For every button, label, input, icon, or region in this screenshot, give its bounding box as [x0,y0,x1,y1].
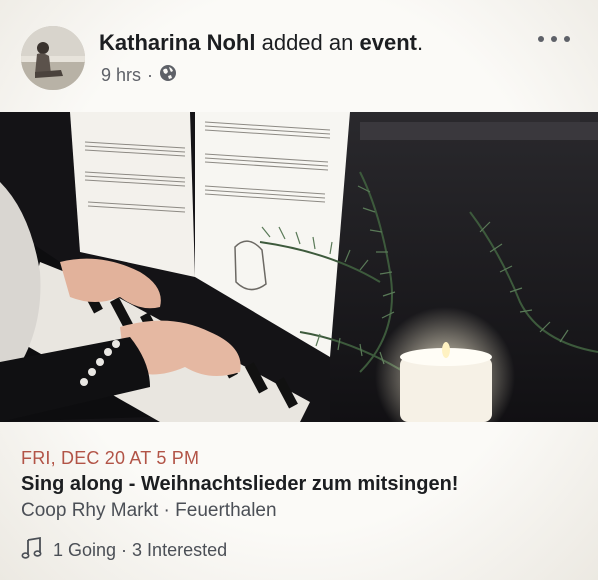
event-title[interactable]: Sing along - Weihnachtslieder zum mitsin… [21,473,458,496]
author-name[interactable]: Katharina Nohl [99,30,255,55]
event-stats-text[interactable]: 1 Going · 3 Interested [53,540,227,561]
more-options-button[interactable] [538,32,570,46]
action-end: . [416,30,424,55]
meta-separator: · [147,65,154,85]
action-object-link[interactable]: event [359,30,416,55]
post-meta: 9 hrs · [101,64,177,87]
event-post-card: Katharina Nohl added an event. 9 hrs · F… [0,0,598,580]
more-horizontal-icon [538,36,544,42]
globe-icon [159,64,177,87]
music-note-icon [21,536,43,565]
action-text: added an [261,30,354,55]
event-location[interactable]: Coop Rhy Markt · Feuerthalen [21,500,277,522]
event-cover-photo[interactable] [0,112,598,422]
post-time[interactable]: 9 hrs [101,65,141,86]
avatar[interactable] [21,26,85,90]
event-date: FRI, DEC 20 AT 5 PM [21,448,200,468]
post-header-text: Katharina Nohl added an event. [99,30,423,56]
event-stats: 1 Going · 3 Interested [21,536,227,565]
